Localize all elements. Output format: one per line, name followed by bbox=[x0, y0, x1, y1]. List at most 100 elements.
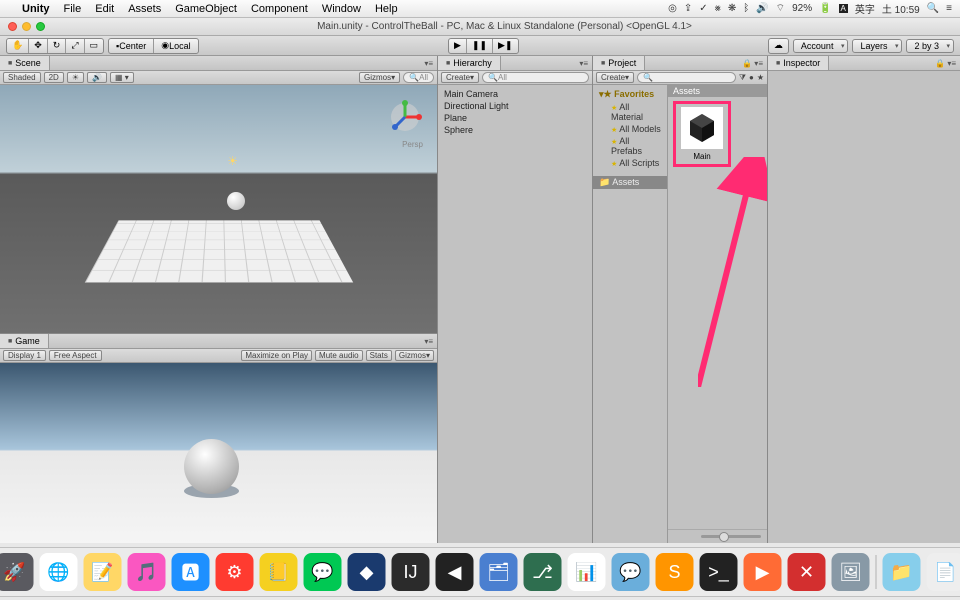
hierarchy-item[interactable]: Plane bbox=[444, 112, 586, 124]
pivot-local-button[interactable]: ◉ Local bbox=[154, 39, 197, 53]
close-window-button[interactable] bbox=[8, 22, 17, 31]
panel-options-button[interactable]: ▾≡ bbox=[424, 337, 433, 346]
dock-app[interactable]: 📄 bbox=[927, 553, 960, 591]
dock-app[interactable]: ◀ bbox=[436, 553, 474, 591]
rect-tool[interactable]: ▭ bbox=[85, 39, 104, 53]
scene-view[interactable]: ☀ Persp bbox=[0, 85, 437, 333]
hierarchy-search[interactable]: 🔍All bbox=[482, 72, 589, 83]
statusbar-icon[interactable]: ◎ bbox=[668, 3, 677, 14]
asset-zoom-slider[interactable] bbox=[701, 535, 761, 538]
scene-lighting-toggle[interactable]: ☀ bbox=[67, 72, 84, 83]
project-search[interactable]: 🔍 bbox=[637, 72, 736, 83]
dock-app[interactable]: 🎵 bbox=[128, 553, 166, 591]
dock-app[interactable]: ⎇ bbox=[524, 553, 562, 591]
dock-app[interactable]: S bbox=[656, 553, 694, 591]
maximize-on-play-toggle[interactable]: Maximize on Play bbox=[241, 350, 312, 361]
statusbar-icon[interactable]: ✓ bbox=[699, 3, 707, 14]
game-tab[interactable]: Game bbox=[0, 334, 49, 348]
scene-search[interactable]: 🔍All bbox=[403, 72, 434, 83]
hierarchy-item[interactable]: Main Camera bbox=[444, 88, 586, 100]
aspect-dropdown[interactable]: Free Aspect bbox=[49, 350, 102, 361]
dock-app[interactable]: 🚀 bbox=[0, 553, 34, 591]
game-view[interactable] bbox=[0, 363, 437, 543]
favorite-item[interactable]: All Scripts bbox=[599, 157, 661, 169]
dock-app[interactable]: ✕ bbox=[788, 553, 826, 591]
game-gizmos-dropdown[interactable]: Gizmos ▾ bbox=[395, 350, 434, 361]
statusbar-icon[interactable]: ❋ bbox=[728, 3, 736, 14]
dock-app[interactable]: ▶ bbox=[744, 553, 782, 591]
dock-app[interactable]: 📝 bbox=[84, 553, 122, 591]
dock-app[interactable]: 🗂 bbox=[480, 553, 518, 591]
panel-options-button[interactable]: 🔒 ▾≡ bbox=[742, 59, 763, 68]
dock-app[interactable]: 📊 bbox=[568, 553, 606, 591]
play-button[interactable]: ▶ bbox=[449, 39, 467, 53]
orientation-gizmo[interactable] bbox=[385, 97, 425, 137]
battery-icon[interactable]: 🔋 bbox=[819, 3, 831, 14]
panel-lock-icon[interactable]: 🔒 bbox=[935, 59, 945, 68]
scene-fx-toggle[interactable]: ▦ ▾ bbox=[110, 72, 134, 83]
scene-tab[interactable]: Scene bbox=[0, 56, 50, 70]
mute-audio-toggle[interactable]: Mute audio bbox=[315, 350, 363, 361]
shading-mode-dropdown[interactable]: Shaded bbox=[3, 72, 41, 83]
menu-gameobject[interactable]: GameObject bbox=[175, 3, 237, 15]
statusbar-icon[interactable]: ⇪ bbox=[684, 3, 692, 14]
dock-app[interactable]: ◆ bbox=[348, 553, 386, 591]
ime-indicator[interactable]: A bbox=[839, 4, 848, 13]
spotlight-icon[interactable]: 🔍 bbox=[927, 3, 939, 14]
dock-app[interactable]: 📁 bbox=[883, 553, 921, 591]
asset-scene-main[interactable]: Main bbox=[673, 101, 731, 167]
panel-options-button[interactable]: ▾≡ bbox=[947, 59, 956, 68]
favorite-item[interactable]: All Material bbox=[599, 101, 661, 123]
minimize-window-button[interactable] bbox=[22, 22, 31, 31]
statusbar-icon[interactable]: ⨳ bbox=[715, 3, 721, 14]
pivot-center-button[interactable]: ▪ Center bbox=[109, 39, 154, 53]
move-tool[interactable]: ✥ bbox=[29, 39, 48, 53]
volume-icon[interactable]: 🔊 bbox=[756, 3, 768, 14]
display-dropdown[interactable]: Display 1 bbox=[3, 350, 46, 361]
menu-file[interactable]: File bbox=[64, 3, 82, 15]
scale-tool[interactable]: ⤢ bbox=[66, 39, 84, 53]
cloud-button[interactable]: ☁ bbox=[769, 39, 788, 53]
zoom-window-button[interactable] bbox=[36, 22, 45, 31]
ime-label[interactable]: 英字 bbox=[855, 1, 875, 16]
dock-app[interactable]: 💬 bbox=[612, 553, 650, 591]
dock-app[interactable]: ⚙ bbox=[216, 553, 254, 591]
favorite-item[interactable]: All Models bbox=[599, 123, 661, 135]
menu-component[interactable]: Component bbox=[251, 3, 308, 15]
favorite-item[interactable]: All Prefabs bbox=[599, 135, 661, 157]
clock[interactable]: 土 10:59 bbox=[882, 1, 920, 16]
panel-options-button[interactable]: ▾≡ bbox=[579, 59, 588, 68]
mode-2d-toggle[interactable]: 2D bbox=[44, 72, 64, 83]
dock-app[interactable]: 💬 bbox=[304, 553, 342, 591]
gizmos-dropdown[interactable]: Gizmos ▾ bbox=[359, 72, 400, 83]
dock-app[interactable]: 🅰 bbox=[172, 553, 210, 591]
rotate-tool[interactable]: ↻ bbox=[48, 39, 67, 53]
menu-app[interactable]: Unity bbox=[22, 3, 50, 15]
filter-icon[interactable]: ⧩ bbox=[739, 73, 746, 83]
hierarchy-item[interactable]: Sphere bbox=[444, 124, 586, 136]
hand-tool[interactable]: ✋ bbox=[7, 39, 29, 53]
stats-toggle[interactable]: Stats bbox=[366, 350, 392, 361]
menu-help[interactable]: Help bbox=[375, 3, 398, 15]
notifications-icon[interactable]: ≡ bbox=[946, 3, 952, 14]
account-dropdown[interactable]: Account bbox=[793, 39, 849, 53]
pause-button[interactable]: ❚❚ bbox=[467, 39, 493, 53]
dock-app[interactable]: IJ bbox=[392, 553, 430, 591]
dock-app[interactable]: 📒 bbox=[260, 553, 298, 591]
scene-audio-toggle[interactable]: 🔊 bbox=[87, 72, 107, 83]
layout-dropdown[interactable]: 2 by 3 bbox=[906, 39, 954, 53]
hierarchy-item[interactable]: Directional Light bbox=[444, 100, 586, 112]
menu-edit[interactable]: Edit bbox=[95, 3, 114, 15]
project-tab[interactable]: Project bbox=[593, 56, 645, 70]
hierarchy-create-dropdown[interactable]: Create ▾ bbox=[441, 72, 479, 83]
filter-icon[interactable]: ● bbox=[749, 73, 754, 82]
project-create-dropdown[interactable]: Create ▾ bbox=[596, 72, 634, 83]
layers-dropdown[interactable]: Layers bbox=[852, 39, 902, 53]
dock-app[interactable]: 🖼 bbox=[832, 553, 870, 591]
filter-icon[interactable]: ★ bbox=[757, 73, 764, 82]
inspector-tab[interactable]: Inspector bbox=[768, 56, 829, 70]
hierarchy-tab[interactable]: Hierarchy bbox=[438, 56, 501, 70]
dock-app[interactable]: >_ bbox=[700, 553, 738, 591]
panel-options-button[interactable]: ▾≡ bbox=[424, 59, 433, 68]
step-button[interactable]: ▶❚ bbox=[493, 39, 517, 53]
